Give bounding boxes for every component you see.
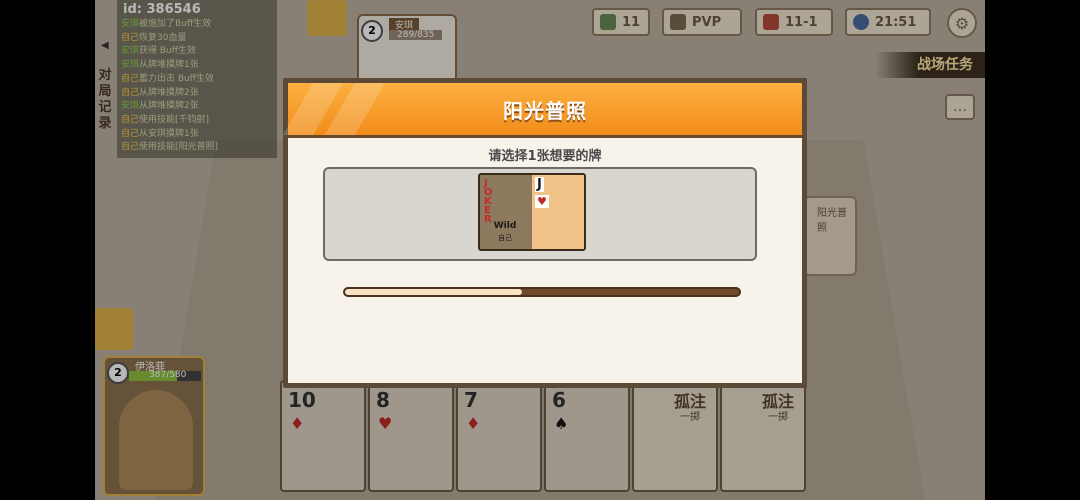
joker-card: JOKER Wild 自己: [480, 175, 533, 249]
joker-label: JOKER: [484, 178, 493, 225]
heart-icon: ♥: [535, 195, 549, 208]
dialog-title: 阳光普照: [503, 98, 587, 123]
game-screen: 安琪被施加了Buff生效 自己恢复30血量 安琪获得 Buff生效 安琪从牌堆摸牌1张…: [95, 0, 985, 500]
card-rank: J: [535, 177, 544, 192]
dialog-prompt: 请选择1张想要的牌: [488, 149, 602, 164]
joker-wild: Wild: [493, 221, 517, 231]
joker-owner: 自己: [498, 234, 512, 242]
card-option[interactable]: JOKER Wild 自己 J ♥: [478, 173, 586, 251]
countdown-bar: [343, 287, 741, 297]
dialog-header: 阳光普照: [282, 83, 802, 138]
countdown-fill: [345, 289, 523, 295]
select-card-dialog: 阳光普照 请选择1张想要的牌 JOKER Wild 自己 J ♥: [282, 78, 807, 388]
heart-j-card: J ♥: [532, 175, 584, 249]
